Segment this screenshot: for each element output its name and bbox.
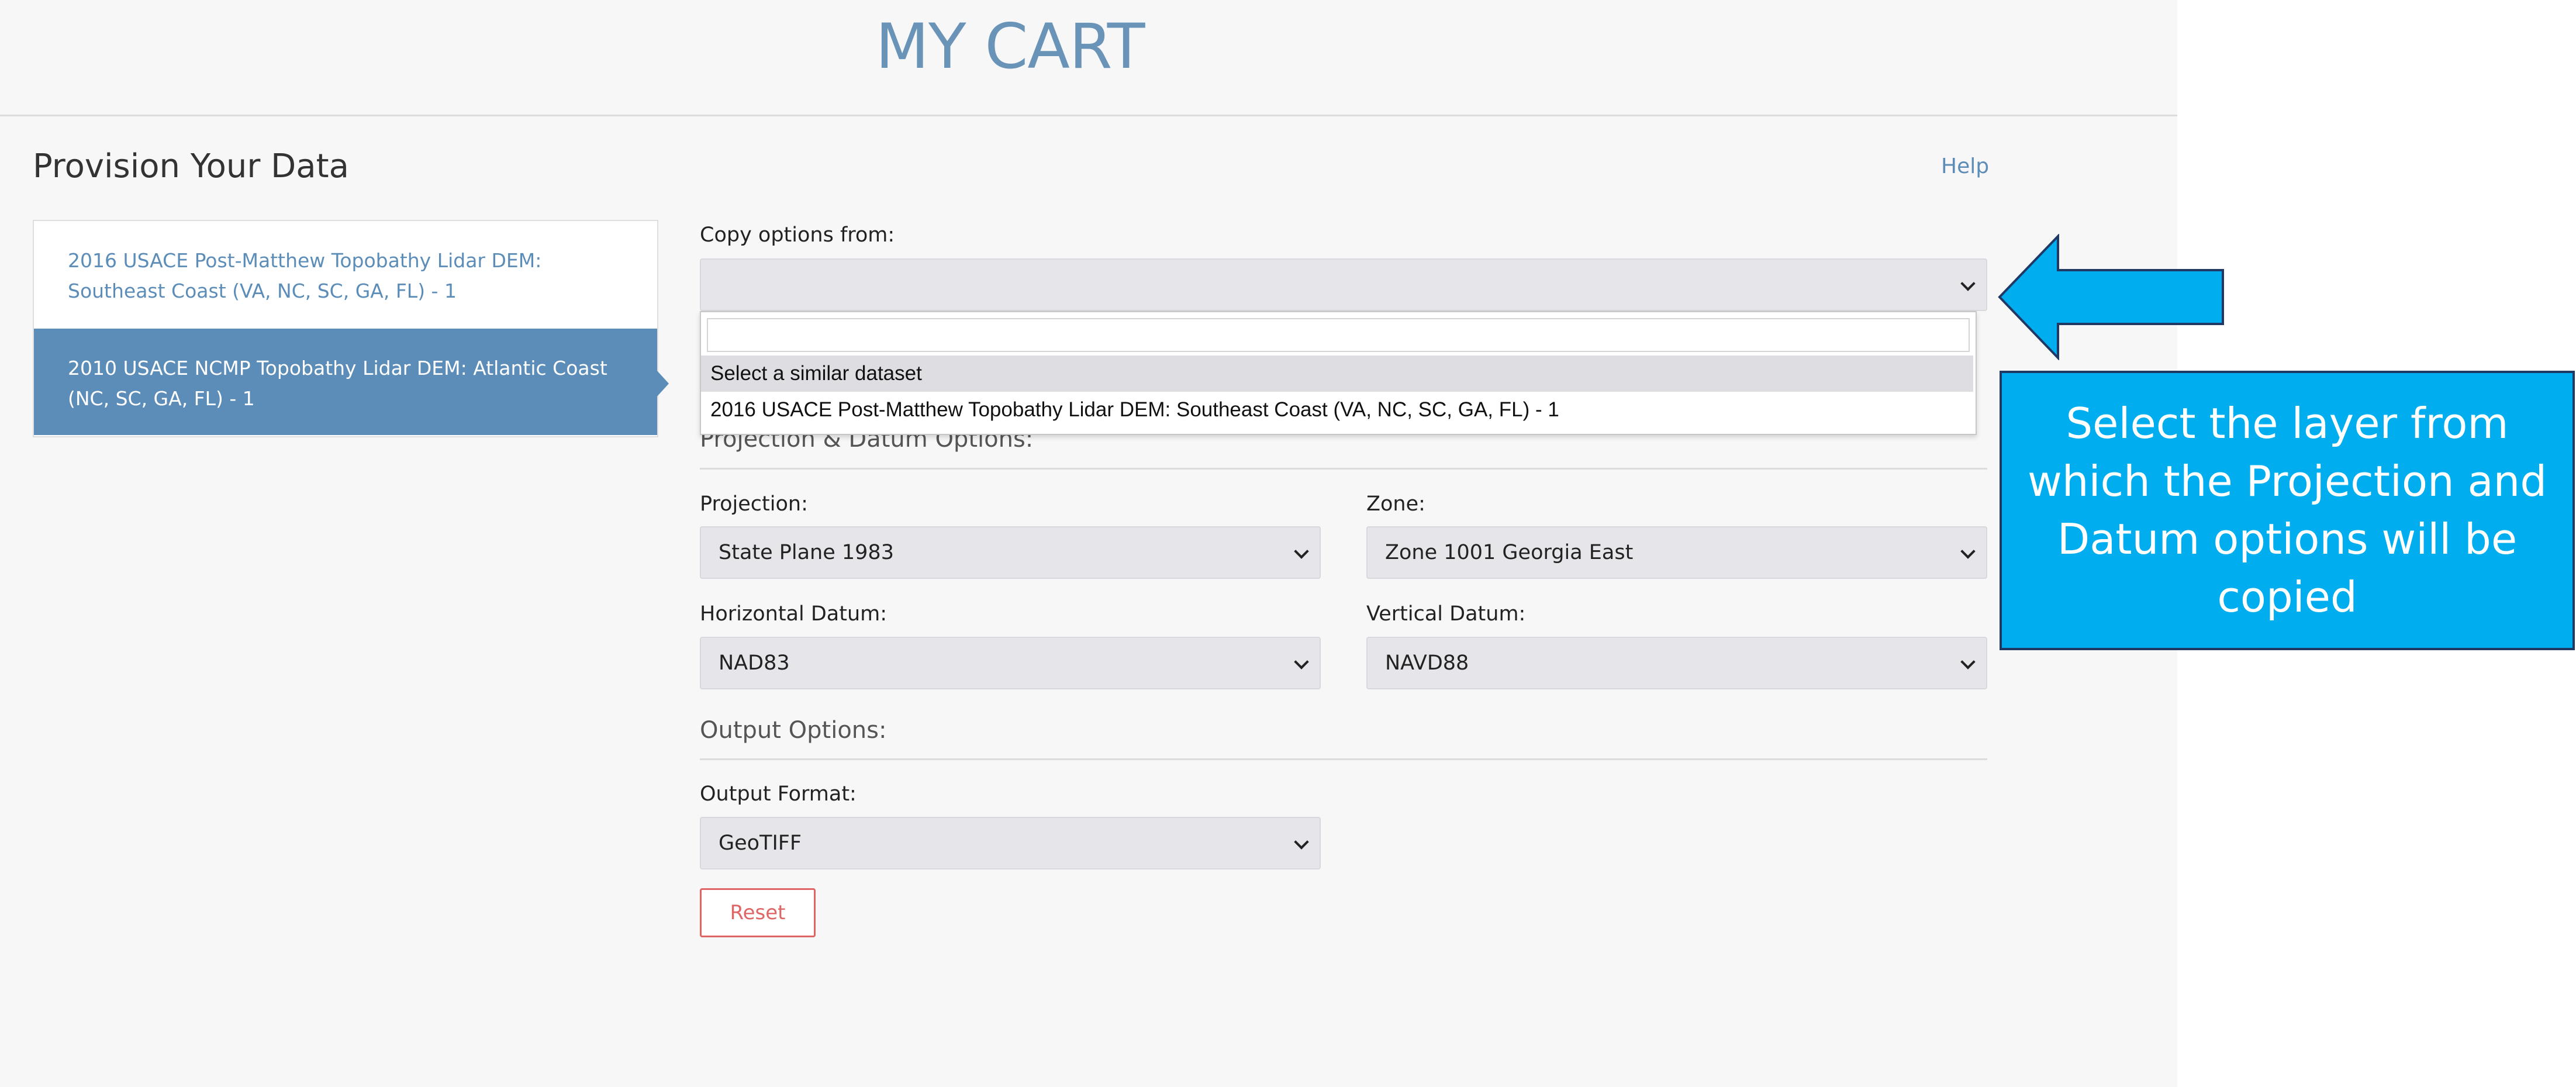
dataset-item[interactable]: 2016 USACE Post-Matthew Topobathy Lidar … [34,221,657,327]
zone-select[interactable]: Zone 1001 Georgia East [1366,526,1987,579]
chevron-down-icon [1294,544,1309,559]
output-format-label: Output Format: [700,782,857,806]
chevron-down-icon [1960,276,1976,291]
reset-button[interactable]: Reset [700,888,816,937]
section-title: Provision Your Data [33,147,349,185]
projection-label: Projection: [700,492,808,516]
zone-value: Zone 1001 Georgia East [1385,541,1634,564]
chevron-down-icon [1960,544,1976,559]
vertical-datum-select[interactable]: NAVD88 [1366,637,1987,689]
vertical-datum-label: Vertical Datum: [1366,602,1526,626]
chevron-down-icon [1960,654,1976,670]
chevron-down-icon [1294,834,1309,850]
horizontal-datum-select[interactable]: NAD83 [700,637,1321,689]
copy-options-label: Copy options from: [700,223,895,247]
output-divider [700,758,1987,760]
output-format-value: GeoTIFF [719,831,802,855]
horizontal-datum-label: Horizontal Datum: [700,602,888,626]
projection-value: State Plane 1983 [719,541,894,564]
callout-text: Select the layer from which the Projecti… [2027,399,2547,622]
zone-label: Zone: [1366,492,1425,516]
dropdown-option[interactable]: Select a similar dataset [701,356,1973,392]
vertical-datum-value: NAVD88 [1385,651,1469,675]
dataset-list: 2016 USACE Post-Matthew Topobathy Lidar … [33,220,658,437]
dataset-item-active[interactable]: 2010 USACE NCMP Topobathy Lidar DEM: Atl… [34,329,657,435]
horizontal-datum-value: NAD83 [719,651,790,675]
dropdown-search-input[interactable] [707,318,1970,352]
help-link[interactable]: Help [1941,154,1989,178]
copy-options-select[interactable] [700,258,1987,311]
active-item-pointer [656,370,669,398]
projection-divider [700,468,1987,470]
cart-page: MY CART Provision Your Data Help 2016 US… [0,0,2177,1087]
output-format-select[interactable]: GeoTIFF [700,817,1321,869]
page-title: MY CART [875,11,1145,82]
header-divider [0,115,2177,116]
left-arrow-icon [1998,234,2224,360]
projection-select[interactable]: State Plane 1983 [700,526,1321,579]
dropdown-option[interactable]: 2016 USACE Post-Matthew Topobathy Lidar … [701,392,1973,428]
output-options-heading: Output Options: [700,717,887,744]
chevron-down-icon [1294,654,1309,670]
callout-box: Select the layer from which the Projecti… [2000,371,2575,650]
copy-options-dropdown: Select a similar dataset 2016 USACE Post… [700,311,1977,435]
